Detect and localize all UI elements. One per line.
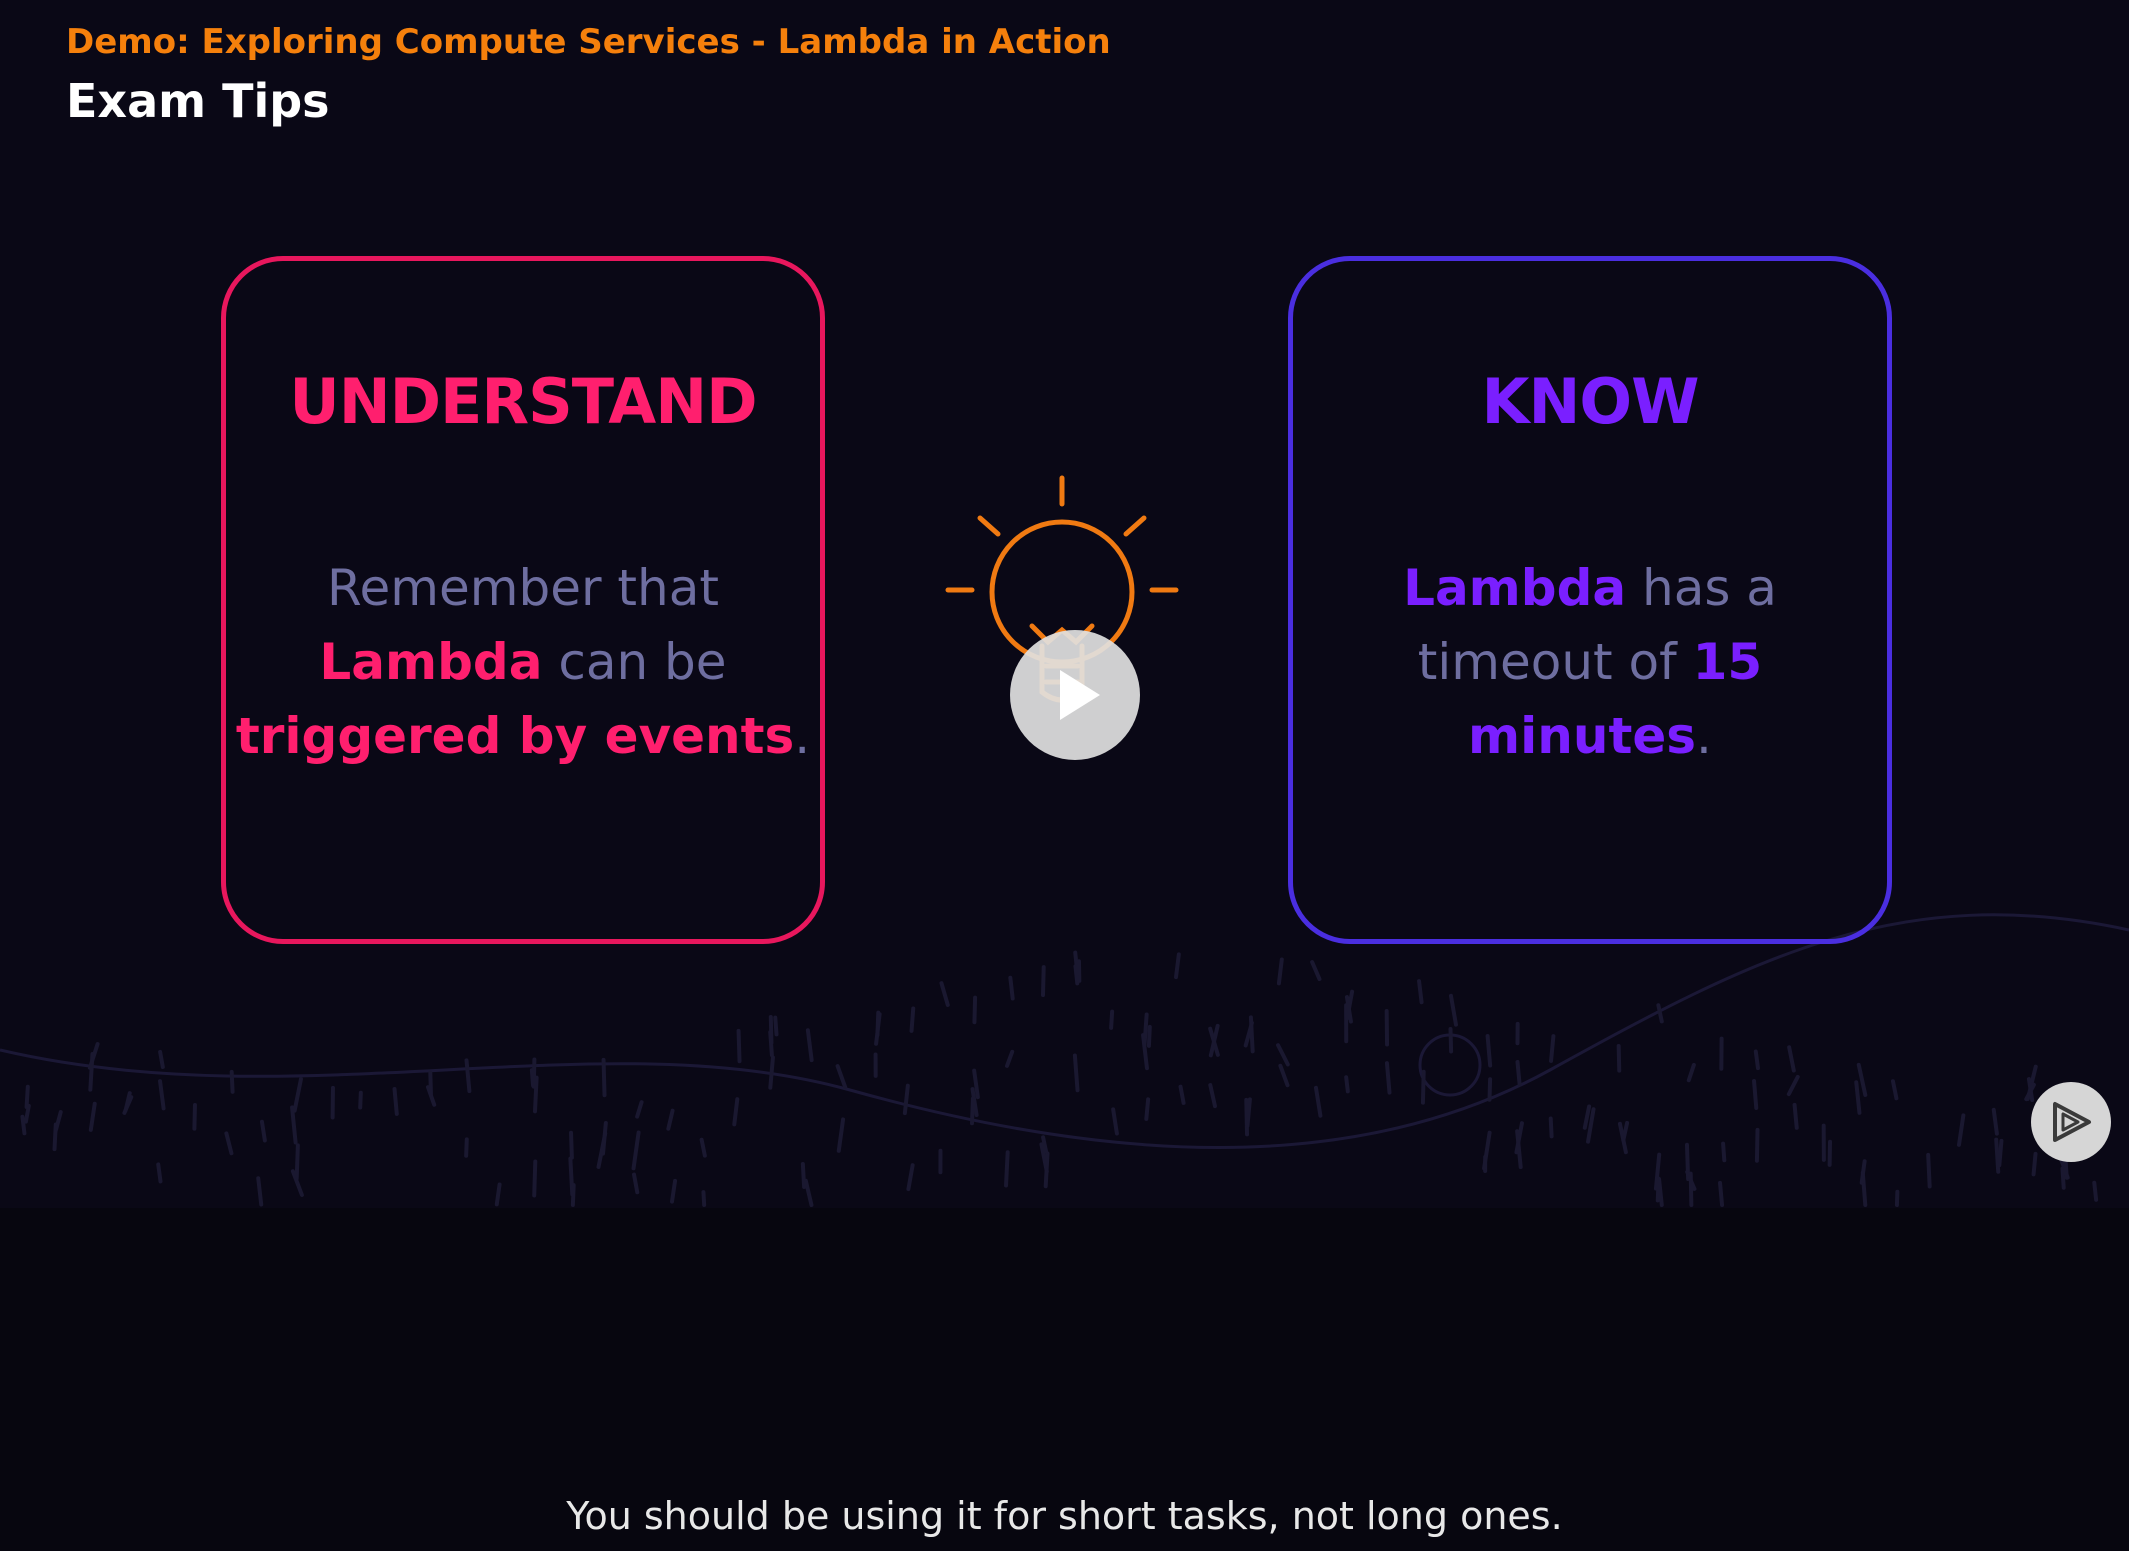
module-title: Demo: Exploring Compute Services - Lambd… xyxy=(66,22,1111,62)
know-line-1: Lambda has a xyxy=(1293,551,1887,625)
lambda-highlight: Lambda xyxy=(319,633,543,691)
play-button[interactable] xyxy=(1010,630,1140,760)
minutes-highlight: minutes xyxy=(1468,707,1697,765)
fifteen-highlight: 15 xyxy=(1692,633,1763,691)
know-heading: KNOW xyxy=(1481,365,1699,438)
subtitle-caption: You should be using it for short tasks, … xyxy=(566,1494,1563,1538)
slide-title: Exam Tips xyxy=(66,74,330,128)
know-line-3: minutes. xyxy=(1293,699,1887,773)
video-player[interactable]: Demo: Exploring Compute Services - Lambd… xyxy=(0,0,2129,1208)
know-body: Lambda has a timeout of 15 minutes. xyxy=(1293,551,1887,773)
know-card: KNOW Lambda has a timeout of 15 minutes. xyxy=(1288,256,1892,944)
understand-line-2: Lambda can be xyxy=(226,625,820,699)
play-icon xyxy=(1060,670,1100,720)
understand-line-3: triggered by events. xyxy=(226,699,820,773)
understand-line-2-rest: can be xyxy=(542,633,727,691)
lambda-highlight: Lambda xyxy=(1403,559,1627,617)
pluralsight-play-button[interactable] xyxy=(2031,1082,2111,1162)
understand-body: Remember that Lambda can be triggered by… xyxy=(226,551,820,773)
know-line-3-rest: . xyxy=(1696,707,1712,765)
know-line-2-prefix: timeout of xyxy=(1417,633,1693,691)
events-highlight: triggered by events xyxy=(235,707,795,765)
pluralsight-play-icon xyxy=(2053,1102,2091,1142)
know-line-1-rest: has a xyxy=(1626,559,1777,617)
understand-line-1: Remember that xyxy=(327,559,719,617)
understand-line-3-rest: . xyxy=(794,707,811,765)
understand-heading: UNDERSTAND xyxy=(289,365,757,438)
understand-card: UNDERSTAND Remember that Lambda can be t… xyxy=(221,256,825,944)
know-line-2: timeout of 15 xyxy=(1293,625,1887,699)
